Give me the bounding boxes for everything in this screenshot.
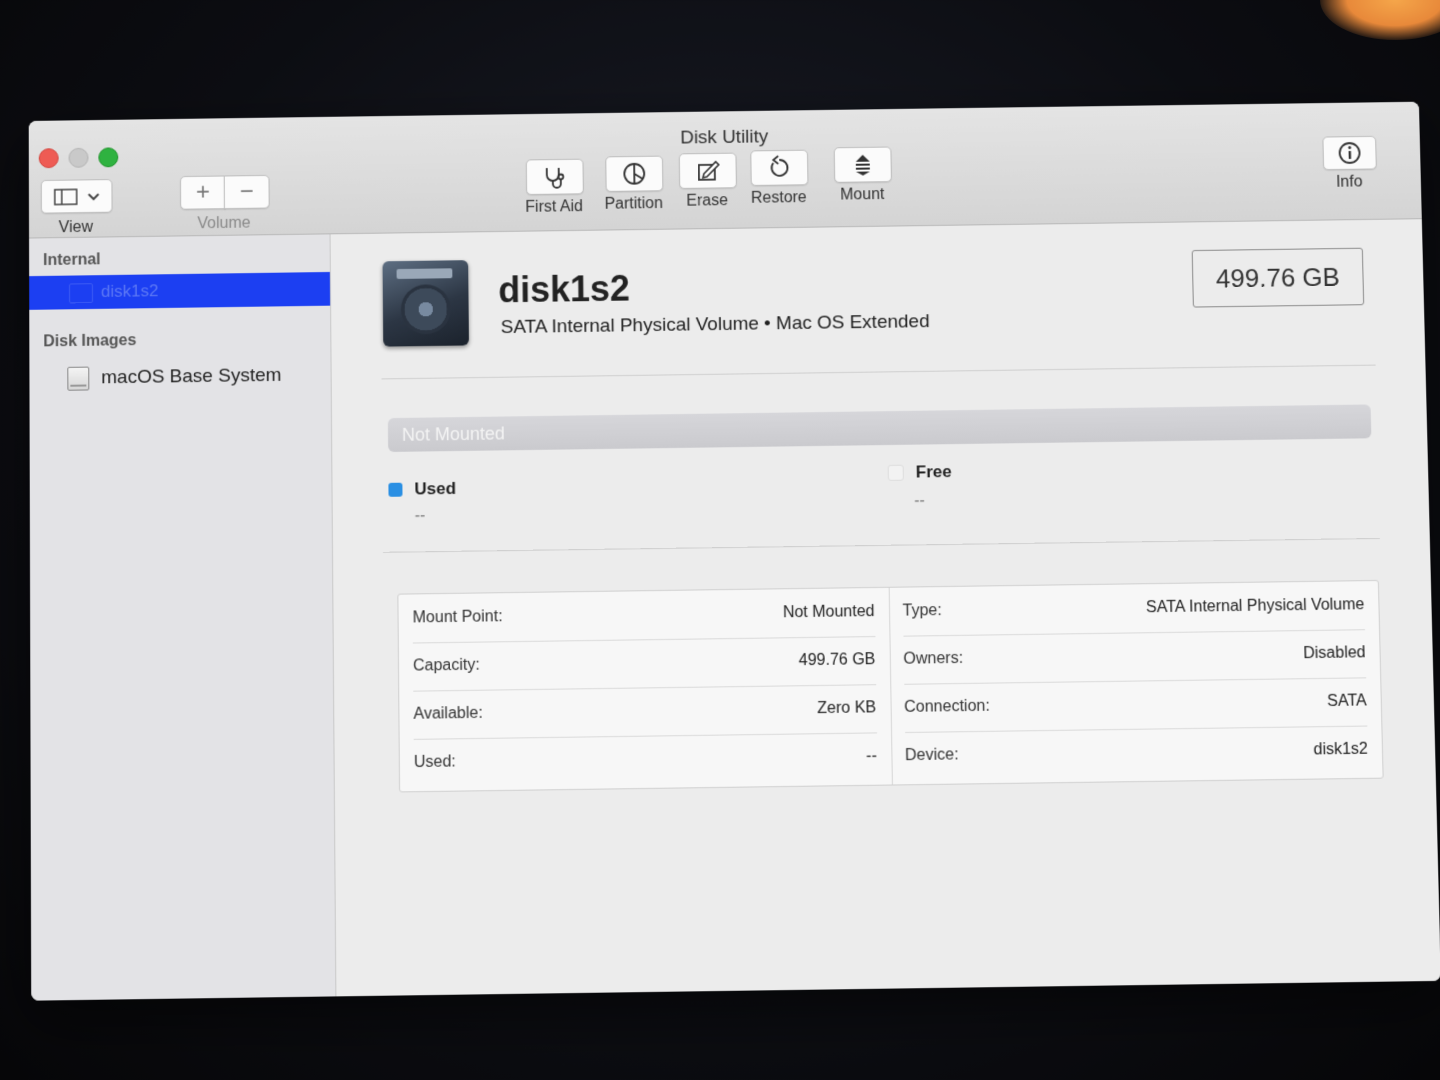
add-volume-button[interactable]: + (180, 175, 226, 209)
info-label: Capacity: (413, 657, 480, 676)
stethoscope-icon (542, 164, 568, 190)
partition-button[interactable] (605, 156, 663, 192)
erase-icon (695, 158, 721, 184)
info-column-right: Type: SATA Internal Physical Volume Owne… (888, 581, 1382, 785)
info-value: -- (866, 747, 877, 765)
info-value: SATA Internal Physical Volume (1146, 596, 1365, 617)
info-label: Device: (905, 746, 959, 765)
legend-used-label: Used (414, 479, 456, 500)
sidebar-header-internal: Internal (43, 251, 101, 270)
info-label: Type: (902, 602, 941, 621)
legend-used-value: -- (415, 507, 426, 525)
disk-image-icon (67, 367, 89, 391)
erase-button[interactable] (679, 153, 737, 189)
background-light-glow (1320, 0, 1440, 40)
info-value: SATA (1327, 692, 1367, 711)
disk-name: disk1s2 (498, 268, 630, 311)
disk-utility-window: Disk Utility View + − Volume First Aid P… (29, 102, 1440, 1001)
disk-description: SATA Internal Physical Volume • Mac OS E… (501, 311, 930, 339)
divider (383, 538, 1380, 553)
sidebar: Internal disk1s2 Disk Images macOS Base … (29, 234, 336, 1000)
first-aid-label: First Aid (512, 198, 596, 217)
info-row-available: Available: Zero KB (413, 684, 876, 740)
restore-icon (766, 155, 792, 181)
restore-button[interactable] (750, 150, 808, 186)
titlebar: Disk Utility View + − Volume First Aid P… (29, 102, 1422, 239)
sidebar-item-disk1s2[interactable]: disk1s2 (29, 272, 330, 310)
first-aid-button[interactable] (526, 159, 584, 195)
partition-icon (621, 161, 647, 187)
info-row-used: Used: -- (414, 732, 878, 787)
info-label: Used: (414, 753, 456, 772)
info-column-left: Mount Point: Not Mounted Capacity: 499.7… (398, 588, 892, 792)
sidebar-item-macos-base-system[interactable]: macOS Base System (67, 364, 281, 391)
legend-free-value: -- (914, 492, 925, 510)
info-button[interactable] (1322, 136, 1376, 170)
info-value: disk1s2 (1313, 741, 1368, 760)
view-button[interactable] (41, 179, 113, 214)
mount-button[interactable] (834, 147, 892, 183)
partition-label: Partition (592, 195, 676, 214)
info-label: Available: (413, 705, 482, 724)
info-value: Zero KB (817, 699, 876, 718)
info-table: Mount Point: Not Mounted Capacity: 499.7… (397, 580, 1383, 792)
used-swatch (388, 483, 402, 497)
hard-drive-icon (383, 260, 469, 346)
sidebar-item-label: macOS Base System (101, 365, 281, 389)
usage-bar: Not Mounted (388, 404, 1372, 452)
info-row-type: Type: SATA Internal Physical Volume (902, 581, 1365, 637)
mount-icon (850, 152, 876, 178)
info-row-connection: Connection: SATA (904, 677, 1368, 733)
usage-bar-label: Not Mounted (402, 423, 505, 445)
info-icon (1336, 140, 1362, 166)
disk-size-badge: 499.76 GB (1192, 248, 1365, 308)
info-value: Disabled (1303, 644, 1366, 663)
info-value: Not Mounted (783, 603, 875, 622)
remove-volume-button[interactable]: − (224, 175, 270, 209)
info-label: Owners: (903, 650, 963, 669)
info-label: Connection: (904, 698, 990, 717)
divider (382, 365, 1376, 380)
view-label: View (41, 219, 111, 238)
free-swatch (888, 465, 904, 481)
info-row-capacity: Capacity: 499.76 GB (413, 636, 876, 692)
info-value: 499.76 GB (799, 651, 876, 670)
plus-icon: + (196, 179, 210, 207)
minus-icon: − (240, 178, 254, 206)
info-row-mount-point: Mount Point: Not Mounted (412, 588, 875, 644)
volume-label: Volume (180, 214, 268, 233)
legend-used: Used (388, 479, 456, 500)
info-row-owners: Owners: Disabled (903, 629, 1366, 685)
volume-icon (69, 283, 93, 303)
info-label: Mount Point: (413, 608, 503, 627)
sidebar-item-label: disk1s2 (101, 281, 158, 302)
main-content: disk1s2 SATA Internal Physical Volume • … (331, 219, 1440, 996)
sidebar-header-disk-images: Disk Images (43, 332, 136, 351)
info-row-device: Device: disk1s2 (905, 726, 1369, 781)
sidebar-toggle-icon (49, 186, 105, 207)
mount-label: Mount (820, 186, 904, 205)
restore-label: Restore (737, 189, 821, 208)
legend-free-label: Free (916, 462, 952, 482)
legend-free: Free (888, 462, 952, 483)
info-label: Info (1321, 173, 1377, 192)
